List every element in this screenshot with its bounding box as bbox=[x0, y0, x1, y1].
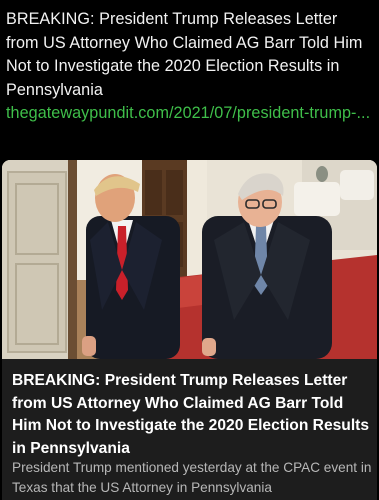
post-link[interactable]: thegatewaypundit.com/2021/07/president-t… bbox=[6, 102, 374, 126]
post: BREAKING: President Trump Releases Lette… bbox=[0, 0, 379, 500]
post-body: BREAKING: President Trump Releases Lette… bbox=[6, 10, 363, 99]
post-text: BREAKING: President Trump Releases Lette… bbox=[6, 8, 374, 126]
link-preview-card[interactable]: BREAKING: President Trump Releases Lette… bbox=[2, 160, 377, 500]
link-preview-title[interactable]: BREAKING: President Trump Releases Lette… bbox=[12, 370, 372, 460]
link-preview-image[interactable] bbox=[2, 160, 377, 359]
link-preview-description: President Trump mentioned yesterday at t… bbox=[12, 460, 372, 495]
